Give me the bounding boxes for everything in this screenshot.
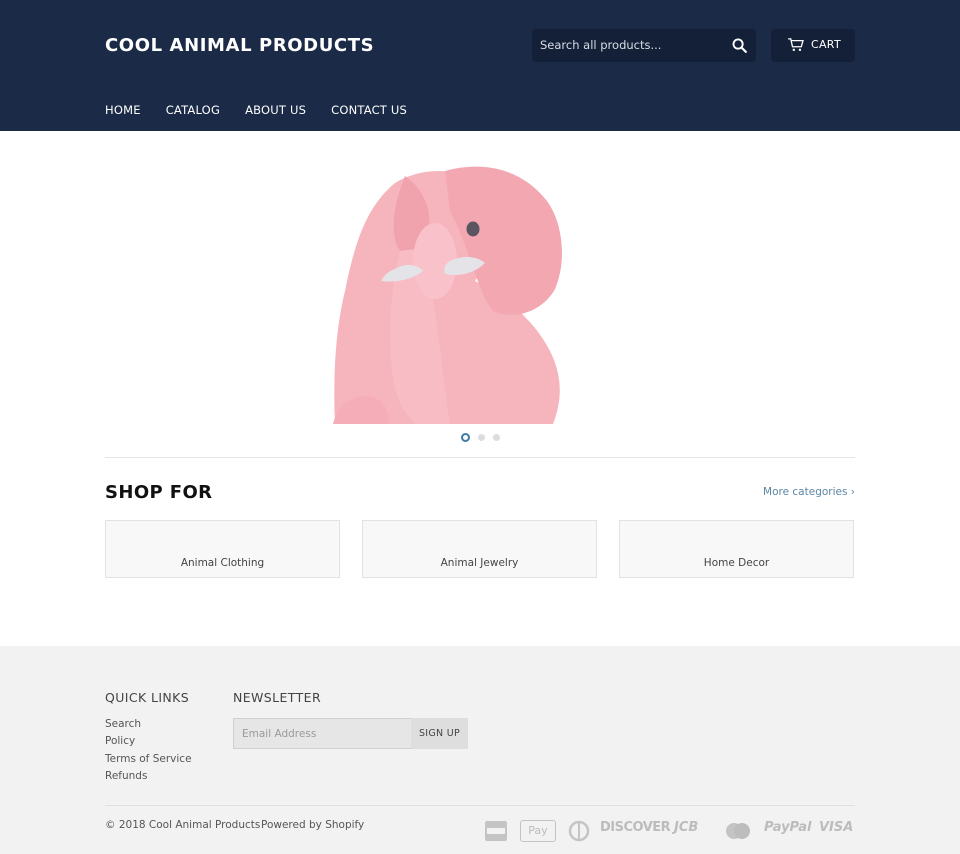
site-footer: QUICK LINKS Search Policy Terms of Servi… [0, 646, 960, 854]
category-label: Home Decor [703, 557, 770, 569]
cart-label: CART [811, 38, 841, 51]
category-label: Animal Jewelry [440, 557, 519, 569]
footer-link-search[interactable]: Search [105, 718, 192, 735]
jcb-icon: JCB [674, 820, 698, 842]
discover-label: DISCOVER [600, 820, 671, 835]
quick-links-heading: QUICK LINKS [105, 690, 190, 705]
cart-icon [788, 38, 804, 52]
paypal-label: PayPal [764, 820, 812, 835]
newsletter-heading: NEWSLETTER [233, 690, 322, 705]
site-header: COOL ANIMAL PRODUCTS Search all products… [0, 0, 960, 131]
slide-dot-2[interactable] [477, 434, 485, 441]
visa-label: VISA [819, 820, 854, 835]
paypal-icon: PayPal [764, 820, 811, 842]
visa-icon: VISA [819, 820, 853, 842]
cart-button[interactable]: CART [771, 29, 855, 62]
category-label: Animal Clothing [180, 557, 265, 569]
email-placeholder: Email Address [242, 728, 317, 740]
search-box[interactable]: Search all products... [532, 29, 756, 62]
slide-dot-3[interactable] [492, 434, 500, 441]
footer-link-terms[interactable]: Terms of Service [105, 753, 192, 770]
more-categories-link[interactable]: More categories › [763, 486, 855, 498]
slide-dot-1[interactable] [460, 433, 470, 442]
copyright-text: © 2018 Cool Animal Products [105, 819, 261, 831]
nav-about-us[interactable]: ABOUT US [245, 103, 306, 117]
main-nav: HOME CATALOG ABOUT US CONTACT US [105, 103, 432, 117]
category-card[interactable]: Home Decor [619, 520, 854, 578]
footer-divider [105, 805, 855, 806]
elephant-eye [466, 221, 480, 237]
apple-pay-label: Pay [528, 824, 548, 837]
nav-contact-us[interactable]: CONTACT US [331, 103, 407, 117]
nav-catalog[interactable]: CATALOG [166, 103, 220, 117]
shop-for-heading: SHOP FOR [105, 482, 213, 503]
hero-slide-image[interactable] [105, 131, 855, 424]
nav-home[interactable]: HOME [105, 103, 141, 117]
diners-club-icon [568, 820, 590, 842]
slideshow-dots [0, 433, 960, 442]
american-express-icon [485, 821, 507, 841]
pink-elephant-plush [333, 166, 562, 424]
footer-link-refunds[interactable]: Refunds [105, 770, 192, 787]
discover-icon: DISCOVER [600, 820, 671, 842]
category-card[interactable]: Animal Jewelry [362, 520, 597, 578]
search-input[interactable]: Search all products... [540, 38, 661, 52]
section-divider [105, 457, 855, 458]
site-logo[interactable]: COOL ANIMAL PRODUCTS [105, 35, 374, 56]
mastercard-icon [726, 823, 750, 839]
footer-link-policy[interactable]: Policy [105, 735, 192, 752]
jcb-label: JCB [674, 820, 699, 835]
sign-up-button[interactable]: SIGN UP [411, 718, 468, 749]
search-icon[interactable] [731, 37, 748, 54]
powered-by-link[interactable]: Powered by Shopify [261, 819, 364, 831]
quick-links-list: Search Policy Terms of Service Refunds [105, 718, 192, 787]
email-field[interactable]: Email Address [233, 718, 411, 749]
category-card[interactable]: Animal Clothing [105, 520, 340, 578]
apple-pay-icon: Pay [520, 820, 556, 842]
